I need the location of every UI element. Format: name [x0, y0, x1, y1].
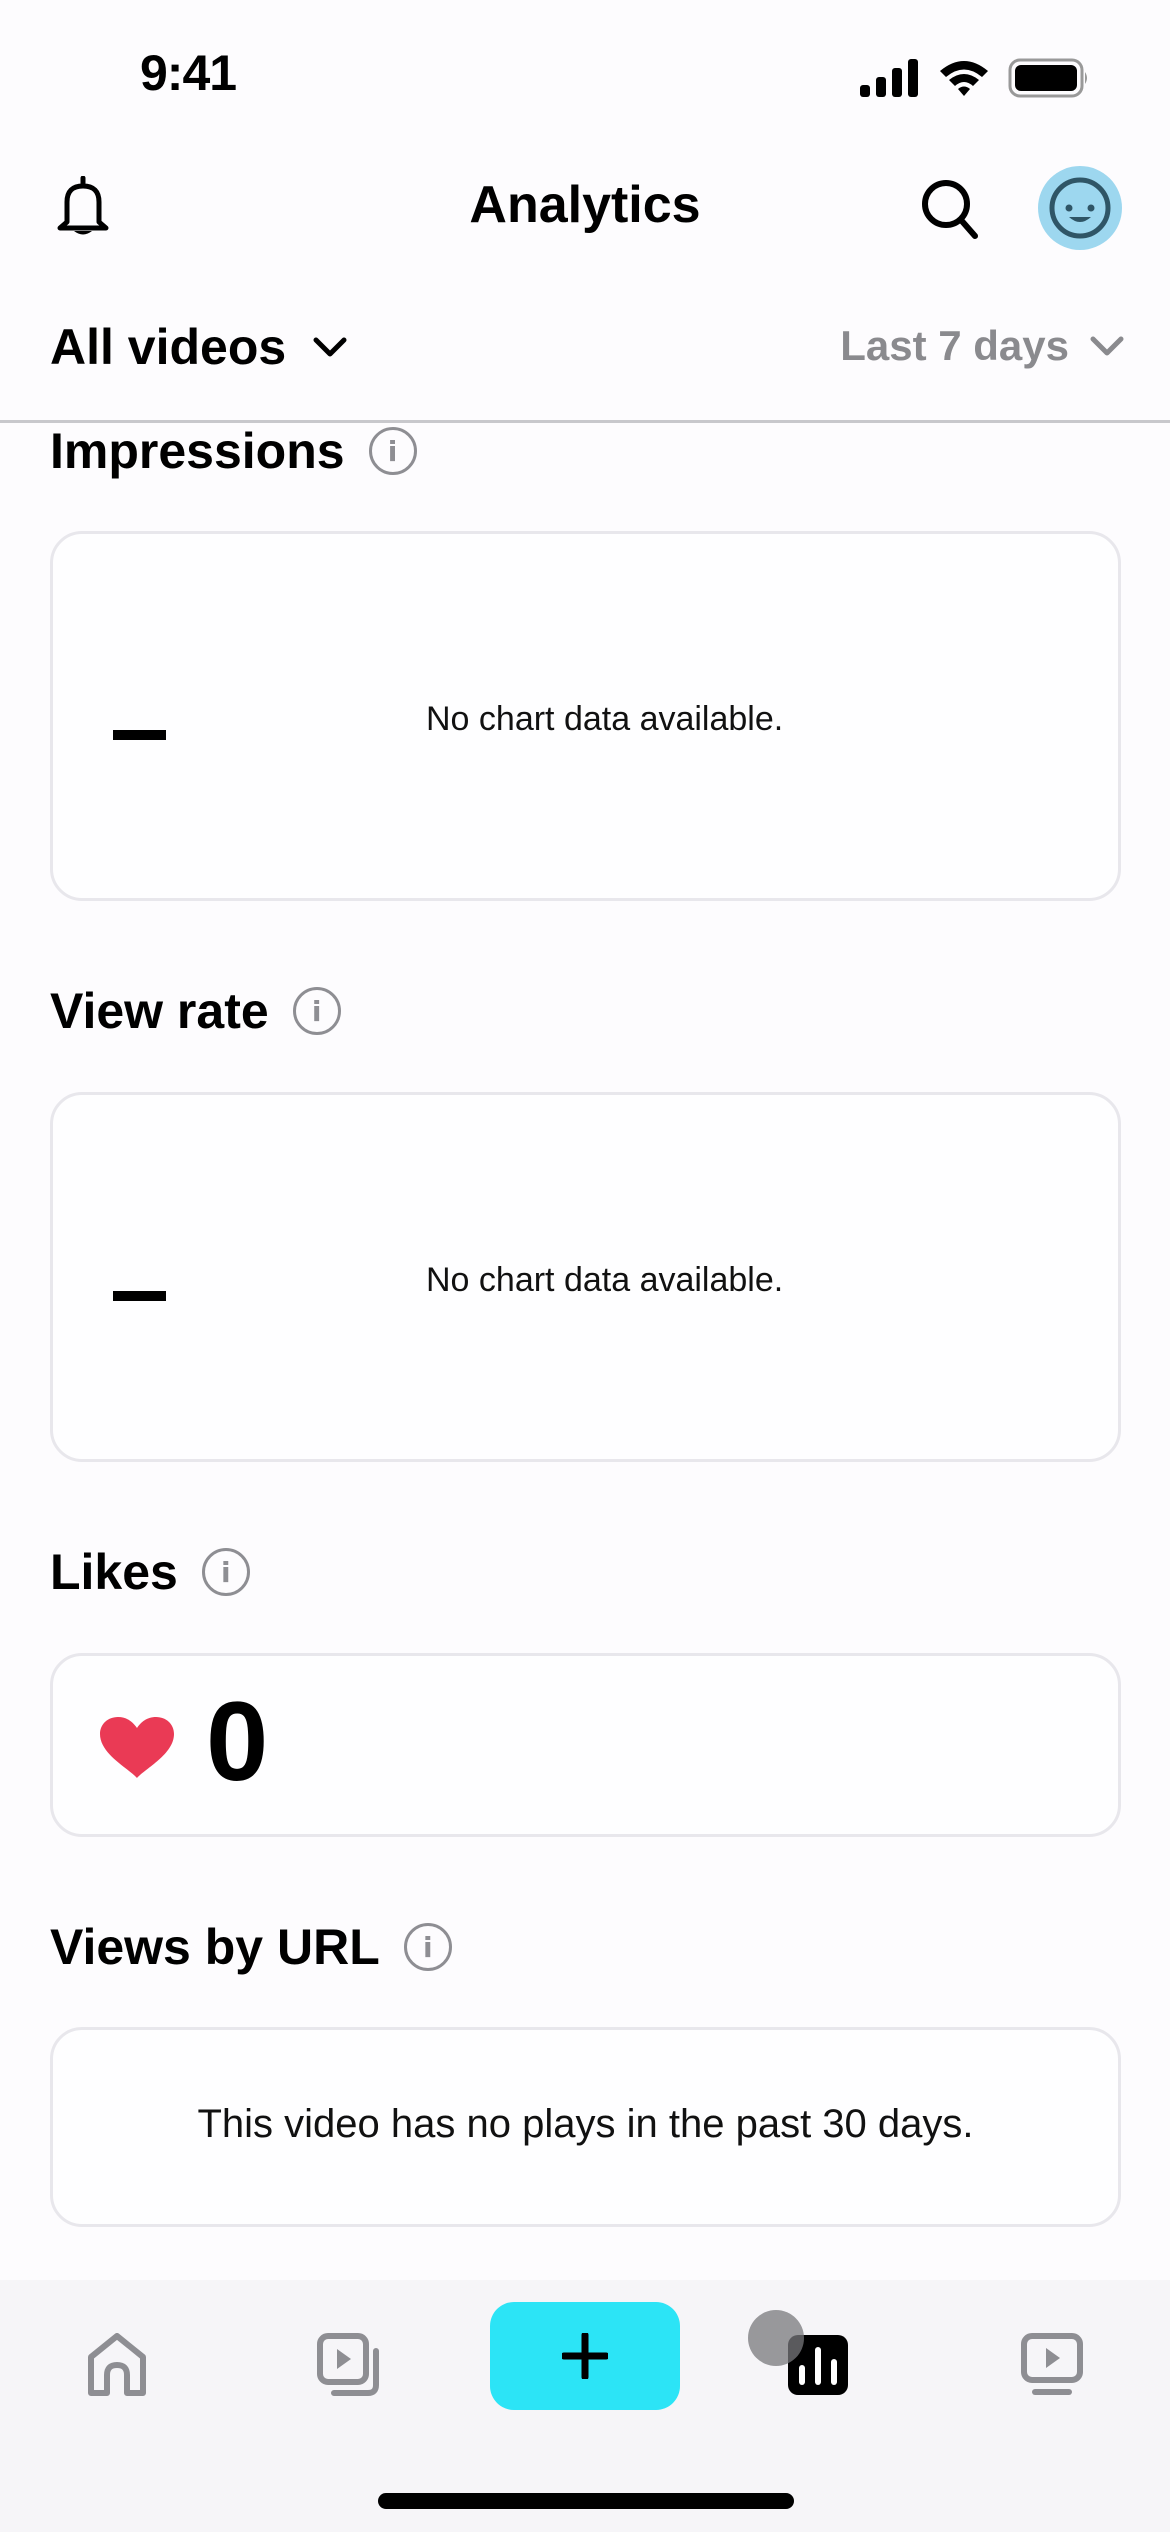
impressions-card: No chart data available. [50, 531, 1121, 901]
video-scope-dropdown[interactable]: All videos [50, 318, 348, 376]
views-by-url-empty-message: This video has no plays in the past 30 d… [197, 2102, 974, 2146]
chevron-down-icon [1090, 336, 1124, 356]
smiley-face-icon [1049, 177, 1111, 239]
views-by-url-card: This video has no plays in the past 30 d… [50, 2027, 1121, 2227]
search-button[interactable] [920, 178, 980, 240]
chevron-down-icon [313, 337, 347, 357]
info-icon[interactable]: i [201, 1548, 250, 1596]
date-range-label: Last 7 days [840, 322, 1069, 369]
date-range-dropdown[interactable]: Last 7 days [840, 322, 1125, 370]
battery-icon [1008, 58, 1087, 98]
likes-title: Likes [50, 1544, 178, 1600]
cellular-signal-icon [860, 59, 918, 97]
views-by-url-heading: Views by URL i [50, 1918, 452, 1976]
impressions-value-dash [113, 730, 166, 740]
views-by-url-title: Views by URL [50, 1919, 380, 1975]
heart-icon [100, 1717, 174, 1778]
home-indicator[interactable] [378, 2493, 794, 2509]
video-library-icon [317, 2333, 379, 2396]
touch-indicator [748, 2310, 804, 2366]
likes-heading: Likes i [50, 1543, 250, 1601]
page-title: Analytics [469, 176, 701, 234]
video-scope-label: All videos [50, 319, 287, 375]
impressions-heading: Impressions i [50, 422, 417, 480]
wifi-icon [940, 61, 988, 96]
avatar[interactable] [1038, 166, 1122, 250]
search-icon [922, 180, 978, 239]
info-icon[interactable]: i [403, 1923, 452, 1971]
impressions-title: Impressions [50, 423, 345, 479]
tv-play-icon [1021, 2333, 1083, 2395]
likes-card: 0 [50, 1653, 1121, 1837]
info-icon[interactable]: i [292, 987, 341, 1035]
view-rate-value-dash [113, 1291, 166, 1301]
likes-count: 0 [206, 1679, 269, 1804]
tab-videos[interactable] [314, 2330, 384, 2400]
status-icons [860, 58, 1090, 98]
info-icon[interactable]: i [368, 427, 417, 475]
tab-channel[interactable] [1017, 2330, 1087, 2400]
create-button[interactable] [490, 2302, 680, 2410]
view-rate-empty-message: No chart data available. [426, 1261, 784, 1299]
impressions-empty-message: No chart data available. [426, 700, 784, 738]
tab-bar [0, 2280, 1170, 2532]
view-rate-title: View rate [50, 983, 269, 1039]
home-icon [88, 2333, 146, 2396]
status-time: 9:41 [140, 45, 237, 101]
view-rate-card: No chart data available. [50, 1092, 1121, 1462]
view-rate-heading: View rate i [50, 982, 341, 1040]
plus-icon [562, 2333, 608, 2379]
tab-home[interactable] [82, 2330, 152, 2400]
